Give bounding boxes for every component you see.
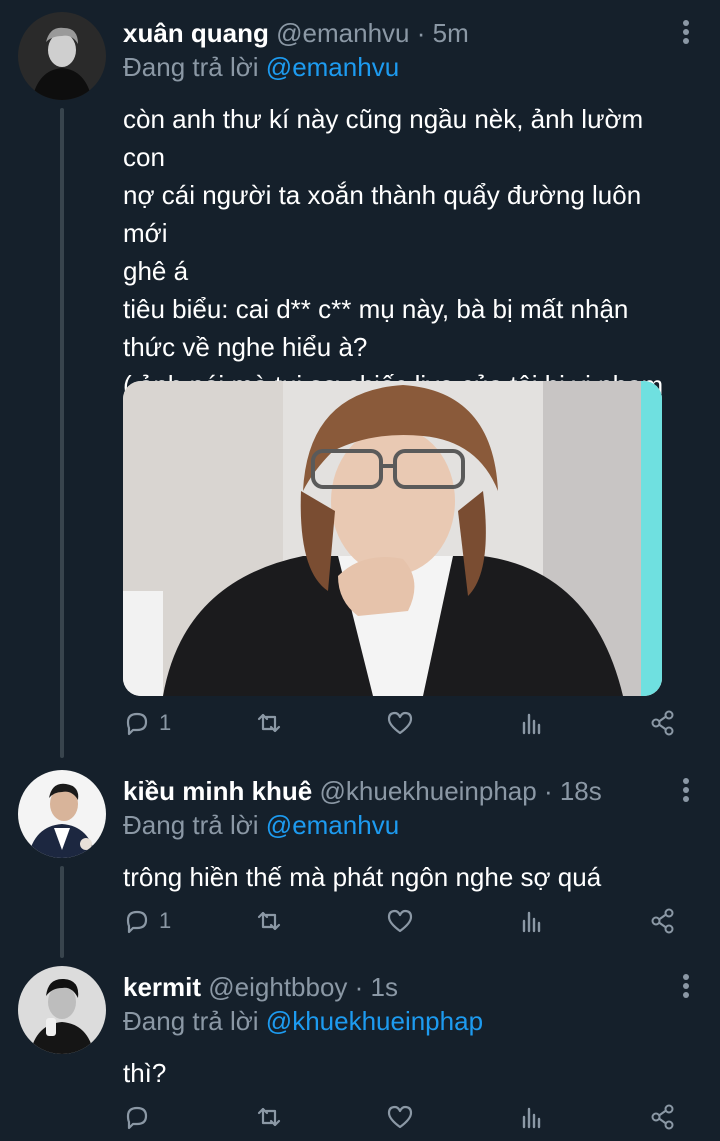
- display-name[interactable]: xuân quang: [123, 18, 269, 48]
- tweet-actions: [123, 1100, 683, 1134]
- user-handle[interactable]: @eightbboy: [208, 972, 347, 1002]
- more-options-icon[interactable]: [680, 972, 692, 1000]
- replying-to: Đang trả lời @khuekhueinphap: [123, 1004, 692, 1038]
- heart-icon: [387, 711, 413, 735]
- replying-to: Đang trả lời @emanhvu: [123, 808, 692, 842]
- timestamp[interactable]: · 5m: [417, 18, 469, 48]
- like-button[interactable]: [386, 706, 414, 740]
- reply-button[interactable]: 1: [123, 904, 171, 938]
- reply-mention-link[interactable]: @emanhvu: [266, 810, 399, 840]
- share-icon: [651, 1104, 674, 1130]
- replying-to: Đang trả lời @emanhvu: [123, 50, 692, 84]
- tweet-actions: 1: [123, 904, 683, 938]
- tweet-header: kermit @eightbboy · 1s: [123, 970, 692, 1004]
- like-button[interactable]: [386, 1100, 414, 1134]
- user-avatar-icon: [18, 966, 106, 1054]
- views-button[interactable]: [518, 706, 546, 740]
- retweet-icon: [257, 911, 281, 931]
- share-button[interactable]: [649, 706, 677, 740]
- reply-button[interactable]: [123, 1100, 159, 1134]
- reply-mention-link[interactable]: @emanhvu: [266, 52, 399, 82]
- views-icon: [522, 911, 541, 933]
- tweet-text: thì?: [123, 1058, 167, 1088]
- share-icon: [651, 908, 674, 934]
- tweet-text: trông hiền thế mà phát ngôn nghe sợ quá: [123, 862, 602, 892]
- user-avatar-icon: [18, 12, 106, 100]
- reply-count: 1: [159, 710, 172, 735]
- views-button[interactable]: [518, 904, 546, 938]
- avatar[interactable]: [18, 12, 106, 100]
- retweet-icon: [257, 1107, 281, 1127]
- replying-to-label: Đang trả lời: [123, 1006, 259, 1036]
- tweet-header: kiều minh khuê @khuekhueinphap · 18s: [123, 774, 692, 808]
- share-button[interactable]: [649, 1100, 677, 1134]
- views-icon: [522, 1107, 541, 1129]
- reply-button[interactable]: 1: [123, 706, 171, 740]
- timestamp[interactable]: · 18s: [544, 776, 602, 806]
- views-button[interactable]: [518, 1100, 546, 1134]
- display-name[interactable]: kiều minh khuê: [123, 776, 312, 806]
- retweet-icon: [257, 713, 281, 733]
- more-options-icon[interactable]: [680, 776, 692, 804]
- like-button[interactable]: [386, 904, 414, 938]
- user-handle[interactable]: @khuekhueinphap: [320, 776, 537, 806]
- tweet[interactable]: xuân quang @emanhvu · 5m Đang trả lời @e…: [0, 0, 720, 750]
- tweet[interactable]: kiều minh khuê @khuekhueinphap · 18s Đan…: [0, 758, 720, 948]
- heart-icon: [387, 1105, 413, 1129]
- more-options-icon[interactable]: [680, 18, 692, 46]
- retweet-button[interactable]: [255, 706, 283, 740]
- retweet-button[interactable]: [255, 904, 283, 938]
- share-icon: [651, 710, 674, 736]
- reply-icon: [126, 712, 148, 736]
- user-avatar-icon: [18, 770, 106, 858]
- avatar[interactable]: [18, 770, 106, 858]
- reply-icon: [126, 1106, 148, 1130]
- reply-mention-link[interactable]: @khuekhueinphap: [266, 1006, 483, 1036]
- tweet[interactable]: kermit @eightbboy · 1s Đang trả lời @khu…: [0, 954, 720, 1141]
- share-button[interactable]: [649, 904, 677, 938]
- replying-to-label: Đang trả lời: [123, 52, 259, 82]
- retweet-button[interactable]: [255, 1100, 283, 1134]
- display-name[interactable]: kermit: [123, 972, 201, 1002]
- reply-icon: [126, 910, 148, 934]
- replying-to-label: Đang trả lời: [123, 810, 259, 840]
- timestamp[interactable]: · 1s: [355, 972, 398, 1002]
- heart-icon: [387, 909, 413, 933]
- tweet-actions: 1: [123, 706, 683, 740]
- user-handle[interactable]: @emanhvu: [276, 18, 409, 48]
- tweet-header: xuân quang @emanhvu · 5m: [123, 16, 692, 50]
- views-icon: [522, 713, 541, 735]
- avatar[interactable]: [18, 966, 106, 1054]
- photo-image: [123, 381, 662, 696]
- tweet-image[interactable]: [123, 381, 662, 696]
- reply-count: 1: [159, 908, 172, 933]
